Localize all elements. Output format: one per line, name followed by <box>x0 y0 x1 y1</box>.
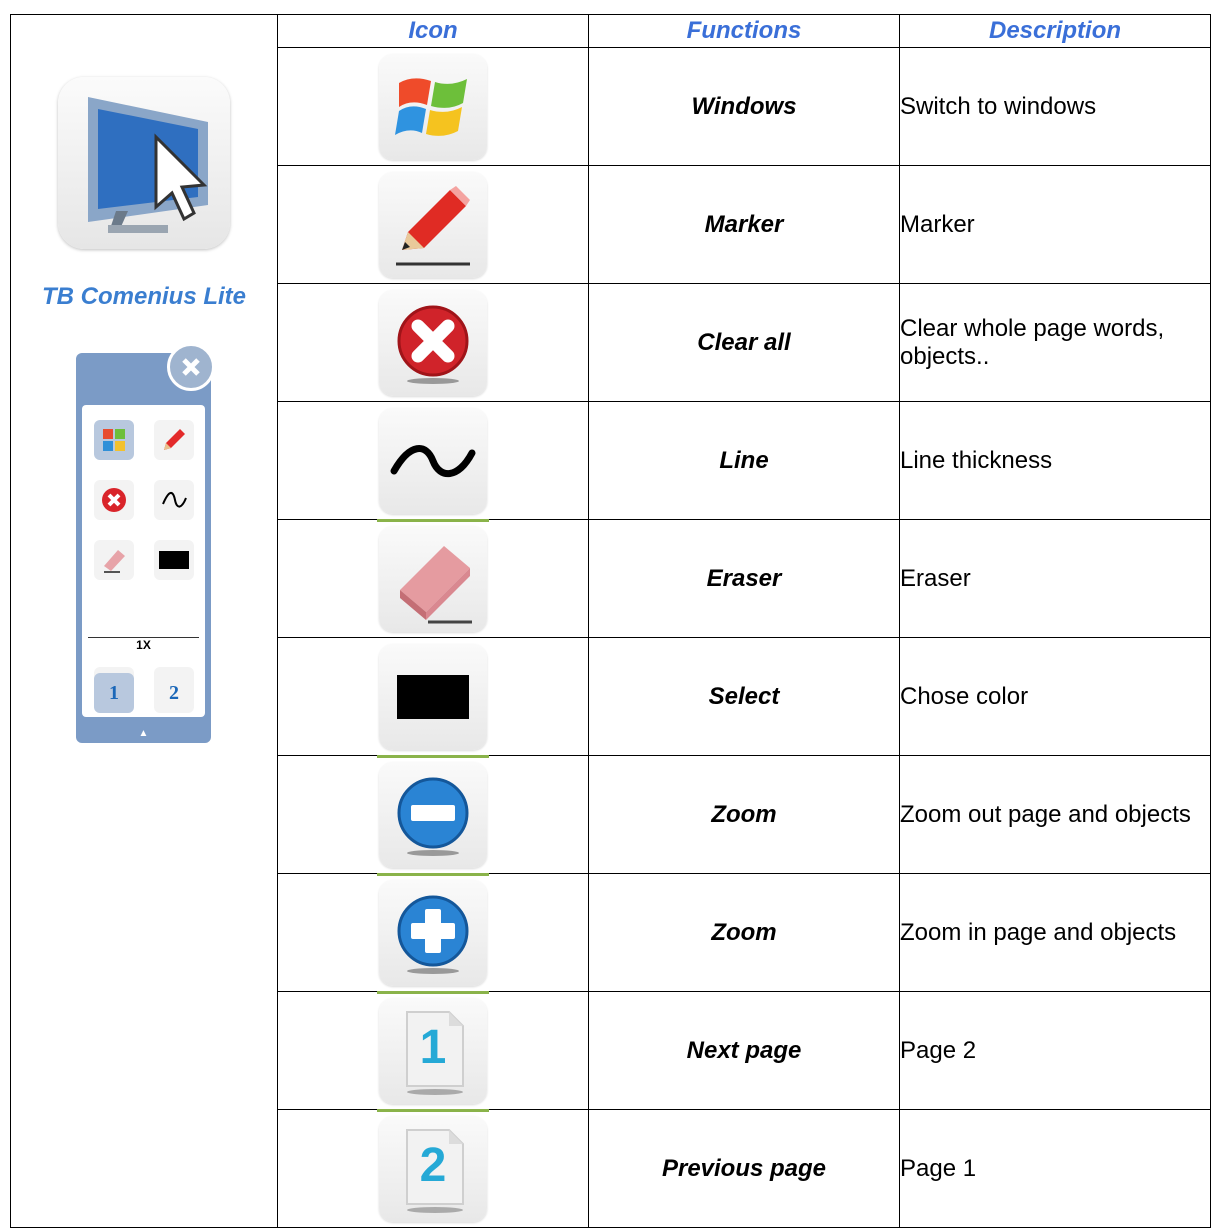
toolbar-clear-button[interactable] <box>94 480 134 520</box>
icon-cell <box>277 401 589 522</box>
floating-toolbar: 1X 1 2 ▲ <box>76 343 215 743</box>
pencil-icon <box>379 171 487 278</box>
app-name: TB Comenius Lite <box>41 283 246 310</box>
red-x-icon <box>379 289 487 396</box>
page-number-label: 1 <box>419 1020 447 1074</box>
function-label: Previous page <box>588 1109 900 1228</box>
collapse-arrow-icon[interactable]: ▲ <box>76 728 211 739</box>
toolbar-page-1-button[interactable]: 1 <box>94 673 134 713</box>
plus-circle-icon <box>377 879 489 994</box>
header-functions: Functions <box>588 14 900 48</box>
description-text: Page 1 <box>899 1109 1211 1228</box>
app-panel: TB Comenius Lite 1X 1 2 ▲ <box>10 14 278 1228</box>
icon-cell <box>277 519 589 638</box>
wave-line-icon <box>377 407 489 522</box>
icon-cell <box>277 47 589 166</box>
toolbar-windows-button[interactable] <box>94 420 134 460</box>
description-text: Clear whole page words, objects.. <box>899 283 1211 402</box>
black-rectangle-icon <box>377 643 489 758</box>
function-label: Clear all <box>588 283 900 402</box>
eraser-icon <box>379 525 487 632</box>
page-2-icon: 2 <box>379 1115 487 1222</box>
zoom-level-label: 1X <box>88 637 199 652</box>
icon-cell <box>277 873 589 994</box>
icon-cell <box>277 637 589 758</box>
description-text: Page 2 <box>899 991 1211 1110</box>
header-description: Description <box>899 14 1211 48</box>
page-number-label: 2 <box>419 1138 447 1192</box>
description-text: Zoom in page and objects <box>899 873 1211 992</box>
function-label: Next page <box>588 991 900 1110</box>
function-label: Line <box>588 401 900 520</box>
description-text: Zoom out page and objects <box>899 755 1211 874</box>
icon-function-table: TB Comenius Lite 1X 1 2 ▲ Icon Functions… <box>10 14 1211 1228</box>
function-label: Select <box>588 637 900 756</box>
description-text: Line thickness <box>899 401 1211 520</box>
windows-logo-icon <box>379 53 487 160</box>
icon-cell: 2 <box>277 1109 589 1228</box>
description-text: Eraser <box>899 519 1211 638</box>
monitor-cursor-icon <box>58 77 230 249</box>
description-text: Chose color <box>899 637 1211 756</box>
page-1-icon: 1 <box>377 997 489 1112</box>
toolbar-page-2-button[interactable]: 2 <box>154 673 194 713</box>
close-icon[interactable] <box>167 343 215 391</box>
toolbar-body: 1X <box>82 405 205 717</box>
document-page: TB Comenius Lite 1X 1 2 ▲ Icon Functions… <box>0 0 1214 1228</box>
toolbar-eraser-button[interactable] <box>94 540 134 580</box>
description-text: Marker <box>899 165 1211 284</box>
icon-cell <box>277 755 589 876</box>
toolbar-line-button[interactable] <box>154 480 194 520</box>
icon-cell <box>277 165 589 284</box>
function-label: Windows <box>588 47 900 166</box>
header-icon: Icon <box>277 14 589 48</box>
function-label: Eraser <box>588 519 900 638</box>
toolbar-marker-button[interactable] <box>154 420 194 460</box>
toolbar-color-button[interactable] <box>154 540 194 580</box>
description-text: Switch to windows <box>899 47 1211 166</box>
function-label: Zoom <box>588 873 900 992</box>
function-label: Marker <box>588 165 900 284</box>
icon-cell: 1 <box>277 991 589 1112</box>
function-label: Zoom <box>588 755 900 874</box>
minus-circle-icon <box>377 761 489 876</box>
icon-cell <box>277 283 589 402</box>
